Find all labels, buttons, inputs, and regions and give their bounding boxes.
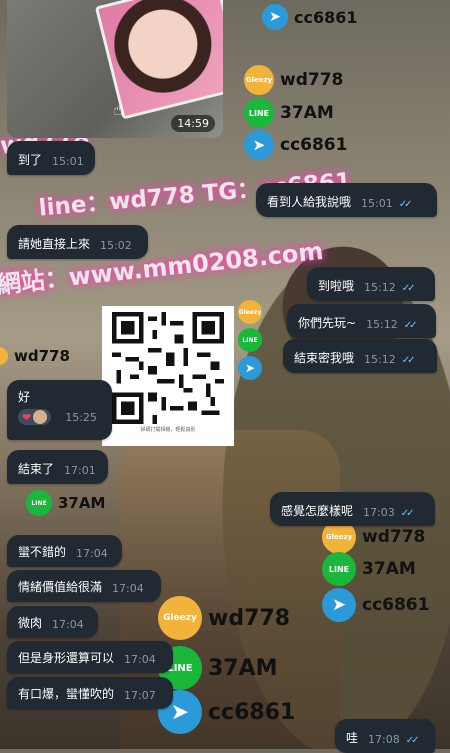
qr-code-graphic [112,312,224,424]
message-text: 哇 [346,731,359,745]
message-text: 微肉 [18,616,43,630]
brand-gleezy-5: Gleezy wd778 [158,596,290,640]
message-time: 15:02 [100,239,132,252]
brand-label: 37AM [362,559,416,579]
message-time: 15:01 [361,197,393,210]
brand-line-4: LINE 37AM [322,552,416,586]
brand-line-5: LINE 37AM [158,646,278,690]
qr-code: 掃碼打開相機，輕鬆識別 [102,306,234,446]
double-check-icon: ✓✓ [400,508,415,519]
brand-label: wd778 [208,605,290,631]
brand-telegram-1: ➤ cc6861 [244,130,347,160]
message-incoming[interactable]: 微肉 17:04 [7,606,98,638]
message-text: 到啦哦 [318,279,355,293]
message-time: 15:12 [364,353,396,366]
telegram-icon: ➤ [238,356,262,380]
brand-label: cc6861 [280,135,348,155]
message-outgoing[interactable]: 你們先玩~ 15:12 ✓✓ [287,304,436,338]
double-check-icon: ✓✓ [403,320,418,331]
pointer-cursor-icon: ☝ [113,100,123,119]
brand-telegram-5: ➤ cc6861 [158,690,295,734]
double-check-icon: ✓✓ [398,199,413,210]
telegram-icon: ➤ [322,588,356,622]
message-time: 17:04 [76,547,108,560]
message-incoming[interactable]: 情緒價值給很滿 17:04 [7,570,161,602]
message-time: 17:07 [124,689,156,702]
brand-label: cc6861 [362,595,430,615]
message-text: 請她直接上來 [18,237,91,251]
line-icon: LINE [26,490,52,516]
message-time: 17:04 [52,618,84,631]
message-text: 情緒價值給很滿 [18,580,103,594]
message-text: 你們先玩~ [298,316,357,330]
message-time: 17:01 [64,464,96,477]
heart-icon: ❤ [22,410,32,424]
brand-line-2: LINE [238,328,262,352]
message-text: 有口爆，蠻懂吹的 [18,687,115,701]
brand-label: 37AM [208,655,278,681]
brand-label: cc6861 [294,7,358,27]
message-time: 14:59 [171,115,215,132]
brand-telegram-2: ➤ [238,356,262,380]
message-text: 好 [18,390,31,404]
message-time: 17:04 [112,582,144,595]
double-check-icon: ✓✓ [401,355,416,366]
message-outgoing[interactable]: 哇 17:08 ✓✓ [335,719,435,753]
message-outgoing[interactable]: 結束密我哦 15:12 ✓✓ [283,339,437,373]
message-time: 15:12 [366,318,398,331]
line-icon: LINE [244,98,274,128]
message-text: 蠻不錯的 [18,545,67,559]
brand-label: wd778 [362,527,426,547]
message-incoming[interactable]: 到了 15:01 [7,141,95,175]
message-text: 看到人給我說哦 [267,195,352,209]
message-text: 到了 [18,153,43,167]
message-text: 結束了 [18,462,55,476]
double-check-icon: ✓✓ [401,283,416,294]
brand-label: 37AM [58,494,106,512]
message-text: 但是身形還算可以 [18,651,115,665]
telegram-icon: ➤ [262,4,288,30]
qr-caption: 掃碼打開相機，輕鬆識別 [140,427,196,433]
message-incoming[interactable]: 蠻不錯的 17:04 [7,535,122,567]
gleezy-icon [0,347,8,365]
brand-gleezy-3: wd778 [0,347,70,365]
reaction-badge[interactable]: ❤ [18,409,52,425]
reactor-avatar [33,410,48,424]
brand-label: wd778 [14,347,70,365]
message-time: 15:25 [65,410,97,424]
message-outgoing[interactable]: 看到人給我說哦 15:01 ✓✓ [256,183,437,217]
brand-gleezy-2: Gleezy [238,300,262,324]
double-check-icon: ✓✓ [405,735,420,746]
message-incoming[interactable]: 好 ❤ 15:25 [7,380,112,440]
line-icon: LINE [238,328,262,352]
message-incoming[interactable]: 有口爆，蠻懂吹的 17:07 [7,677,173,709]
brand-line-1: LINE 37AM [244,98,334,128]
line-icon: LINE [322,552,356,586]
telegram-icon: ➤ [244,130,274,160]
message-time: 15:12 [364,281,396,294]
gleezy-icon: Gleezy [244,65,274,95]
photo-message[interactable]: ☝ 14:59 [7,0,223,138]
message-time: 17:04 [124,653,156,666]
brand-line-3: LINE 37AM [26,490,105,516]
brand-telegram-top: ➤ cc6861 [262,4,358,30]
message-time: 17:03 [363,506,395,519]
message-time: 17:08 [368,733,400,746]
message-incoming[interactable]: 請她直接上來 15:02 [7,225,148,259]
gleezy-icon: Gleezy [238,300,262,324]
brand-label: cc6861 [208,699,296,725]
brand-gleezy-1: Gleezy wd778 [244,65,343,95]
brand-label: 37AM [280,103,334,123]
message-text: 結束密我哦 [294,351,355,365]
message-outgoing[interactable]: 到啦哦 15:12 ✓✓ [307,267,435,301]
message-incoming[interactable]: 但是身形還算可以 17:04 [7,641,173,673]
message-time: 15:01 [52,155,84,168]
brand-label: wd778 [280,70,344,90]
gleezy-icon: Gleezy [158,596,202,640]
message-text: 感覺怎麼樣呢 [281,504,354,518]
brand-telegram-4: ➤ cc6861 [322,588,429,622]
message-outgoing[interactable]: 感覺怎麼樣呢 17:03 ✓✓ [270,492,435,526]
message-incoming[interactable]: 結束了 17:01 [7,450,108,484]
